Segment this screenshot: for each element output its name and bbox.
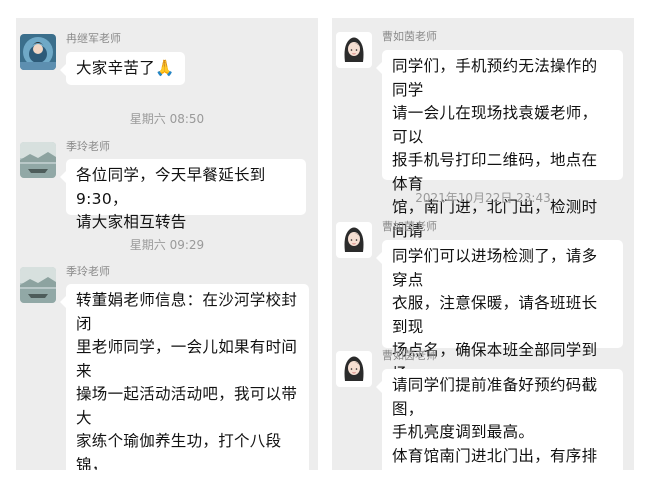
- sender-name: 季玲老师: [66, 140, 110, 153]
- sender-name: 曹如茵老师: [382, 349, 437, 362]
- folded-hands-emoji: 🙏: [155, 59, 175, 77]
- avatar[interactable]: [336, 32, 372, 68]
- message-bubble[interactable]: 各位同学，今天早餐延长到9:30， 请大家相互转告: [60, 159, 306, 231]
- message-bubble[interactable]: 请同学们提前准备好预约码截图， 手机亮度调到最高。 体育馆南门进北门出，有序排队…: [376, 369, 623, 470]
- chat-panel-right[interactable]: 曹如茵老师 同学们，手机预约无法操作的同学 请一会儿在现场找袁媛老师，可以 报手…: [332, 18, 634, 470]
- sender-name: 曹如茵老师: [382, 30, 437, 43]
- timestamp: 2021年10月22日 23:43: [415, 191, 551, 205]
- avatar[interactable]: [20, 267, 56, 303]
- timestamp: 星期六 09:29: [129, 238, 205, 252]
- message-bubble[interactable]: 转董娟老师信息：在沙河学校封闭 里老师同学，一会儿如果有时间来 操场一起活动活动…: [60, 284, 309, 470]
- message-text: 大家辛苦了: [76, 59, 156, 77]
- sender-name: 季玲老师: [66, 265, 110, 278]
- avatar[interactable]: [20, 34, 56, 70]
- chat-panel-left[interactable]: 冉继军老师 大家辛苦了🙏 星期六 08:50 季玲老师 各位同学，今天早餐延长到…: [16, 18, 318, 470]
- avatar[interactable]: [336, 351, 372, 387]
- message-bubble[interactable]: 同学们，手机预约无法操作的同学 请一会儿在现场找袁媛老师，可以 报手机号打印二维…: [376, 50, 623, 263]
- sender-name: 冉继军老师: [66, 32, 121, 45]
- sender-name: 曹如茵老师: [382, 220, 437, 233]
- timestamp: 星期六 08:50: [129, 112, 205, 126]
- message-bubble[interactable]: 同学们可以进场检测了，请多穿点 衣服，注意保暖，请各班班长到现 场点名，确保本班…: [376, 240, 623, 406]
- message-bubble[interactable]: 大家辛苦了🙏: [60, 52, 185, 85]
- avatar[interactable]: [336, 222, 372, 258]
- avatar[interactable]: [20, 142, 56, 178]
